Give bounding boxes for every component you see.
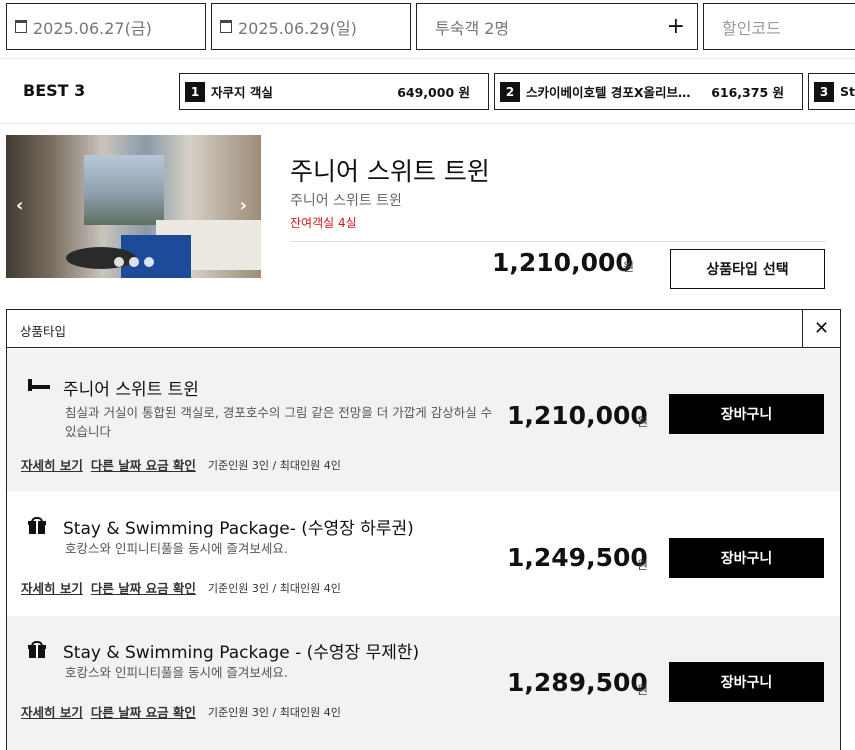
best-item-price: 616,375 원 <box>711 85 784 100</box>
capacity-info: 기준인원 3인 / 최대인원 4인 <box>207 458 341 472</box>
rank-badge: 2 <box>500 81 520 102</box>
add-to-cart-button[interactable]: 장바구니 <box>669 394 824 434</box>
price-currency: 원 <box>637 683 649 697</box>
divider <box>290 241 826 242</box>
best-item-name: Sta <box>840 84 855 99</box>
best-item-2[interactable]: 2 스카이베이호텔 경포X올리브… 616,375 원 <box>494 73 803 110</box>
gift-icon <box>28 517 50 535</box>
other-dates-rate-link[interactable]: 다른 날짜 요금 확인 <box>91 702 196 721</box>
rank-badge: 1 <box>185 81 205 102</box>
promo-code-field[interactable]: 할인코드 <box>703 3 855 50</box>
checkin-date-field[interactable]: 2025.06.27(금) <box>6 3 206 50</box>
room-title: 주니어 스위트 트윈 <box>290 157 490 186</box>
guests-field[interactable]: 투숙객 2명 + <box>416 3 698 50</box>
calendar-icon <box>220 20 232 33</box>
best-3-bar: BEST 3 1 자쿠지 객실 649,000 원 2 스카이베이호텔 경포X올… <box>0 58 855 124</box>
best-3-title: BEST 3 <box>23 81 86 100</box>
best-item-name: 자쿠지 객실 <box>211 85 273 100</box>
room-price: 1,210,000 <box>492 248 633 277</box>
remaining-rooms: 잔여객실 4실 <box>290 216 357 230</box>
room-subtitle: 주니어 스위트 트윈 <box>290 193 402 209</box>
carousel-dot[interactable] <box>144 257 154 267</box>
product-links: 자세히 보기 다른 날짜 요금 확인 기준인원 3인 / 최대인원 4인 <box>21 455 341 474</box>
product-description: 침실과 거실이 통합된 객실로, 경포호수의 그림 같은 전망을 더 가깝게 감… <box>65 405 493 439</box>
guests-value: 투숙객 2명 <box>435 18 510 38</box>
product-price: 1,210,000 <box>507 401 648 430</box>
bed-icon <box>28 377 50 395</box>
calendar-icon <box>15 20 27 33</box>
checkout-date-field[interactable]: 2025.06.29(일) <box>211 3 411 50</box>
price-currency: 원 <box>637 558 649 572</box>
close-icon[interactable]: ✕ <box>802 310 840 347</box>
carousel-dot[interactable] <box>129 257 139 267</box>
checkin-date-value: 2025.06.27(금) <box>33 18 152 38</box>
capacity-info: 기준인원 3인 / 최대인원 4인 <box>207 581 341 595</box>
chevron-left-icon[interactable]: ‹ <box>16 195 23 216</box>
search-bar: 2025.06.27(금) 2025.06.29(일) 투숙객 2명 + 할인코… <box>0 0 855 56</box>
plus-icon[interactable]: + <box>667 14 685 39</box>
panel-title: 상품타입 <box>20 324 67 339</box>
product-price: 1,249,500 <box>507 543 648 572</box>
product-name: Stay & Swimming Package- (수영장 하루권) <box>63 519 414 539</box>
price-currency: 원 <box>637 415 649 429</box>
other-dates-rate-link[interactable]: 다른 날짜 요금 확인 <box>91 455 196 474</box>
details-link[interactable]: 자세히 보기 <box>21 702 83 721</box>
chevron-right-icon[interactable]: › <box>240 195 247 216</box>
product-name: Stay & Swimming Package - (수영장 무제한) <box>63 643 420 663</box>
panel-header: 상품타입 ✕ <box>7 310 840 348</box>
product-row: Stay & Swimming Package - (수영장 무제한) 호캉스와… <box>7 616 840 750</box>
product-links: 자세히 보기 다른 날짜 요금 확인 기준인원 3인 / 최대인원 4인 <box>21 578 341 597</box>
carousel-dots <box>114 257 154 267</box>
details-link[interactable]: 자세히 보기 <box>21 455 83 474</box>
details-link[interactable]: 자세히 보기 <box>21 578 83 597</box>
product-row: Stay & Swimming Package- (수영장 하루권) 호캉스와 … <box>7 491 840 615</box>
capacity-info: 기준인원 3인 / 최대인원 4인 <box>207 705 341 719</box>
product-name: 주니어 스위트 트윈 <box>63 380 199 400</box>
product-links: 자세히 보기 다른 날짜 요금 확인 기준인원 3인 / 최대인원 4인 <box>21 702 341 721</box>
checkout-date-value: 2025.06.29(일) <box>238 18 357 38</box>
add-to-cart-button[interactable]: 장바구니 <box>669 662 824 702</box>
gift-icon <box>28 641 50 659</box>
best-item-3[interactable]: 3 Sta <box>808 73 855 110</box>
select-product-type-button[interactable]: 상품타입 선택 <box>670 249 825 289</box>
product-description: 호캉스와 인피니티풀을 동시에 즐겨보세요. <box>65 665 288 680</box>
product-description: 호캉스와 인피니티풀을 동시에 즐겨보세요. <box>65 541 288 556</box>
product-type-panel: 상품타입 ✕ 주니어 스위트 트윈 침실과 거실이 통합된 객실로, 경포호수의… <box>6 309 841 750</box>
other-dates-rate-link[interactable]: 다른 날짜 요금 확인 <box>91 578 196 597</box>
add-to-cart-button[interactable]: 장바구니 <box>669 538 824 578</box>
best-item-price: 649,000 원 <box>397 85 470 100</box>
price-currency: 원 <box>623 260 635 274</box>
carousel-dot[interactable] <box>114 257 124 267</box>
product-row: 주니어 스위트 트윈 침실과 거실이 통합된 객실로, 경포호수의 그림 같은 … <box>7 349 840 491</box>
best-item-name: 스카이베이호텔 경포X올리브… <box>526 85 691 100</box>
product-price: 1,289,500 <box>507 668 648 697</box>
room-photo-carousel[interactable]: ‹ › <box>6 135 261 278</box>
promo-code-placeholder: 할인코드 <box>722 18 781 38</box>
best-item-1[interactable]: 1 자쿠지 객실 649,000 원 <box>179 73 489 110</box>
room-photo-window <box>84 155 164 225</box>
rank-badge: 3 <box>814 81 834 102</box>
